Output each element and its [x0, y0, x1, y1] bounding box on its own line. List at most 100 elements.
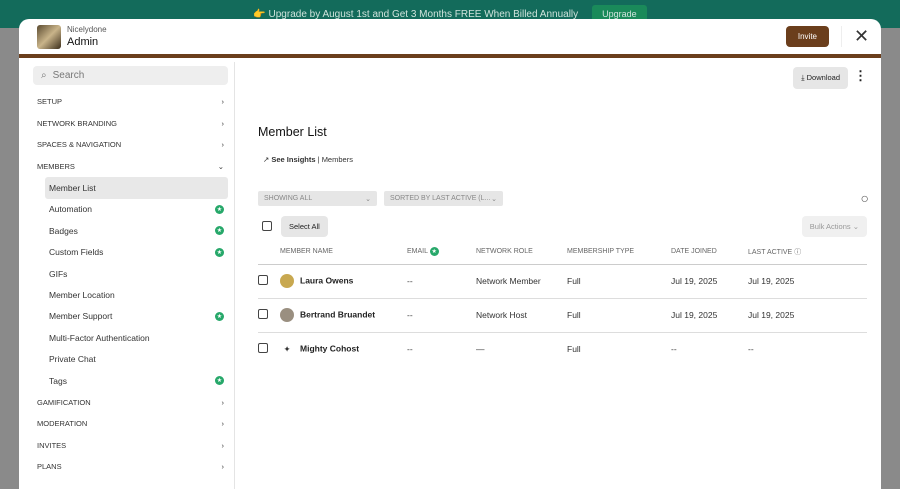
last-active: --: [748, 344, 754, 355]
download-button[interactable]: ⤓ Download: [793, 67, 848, 89]
member-name[interactable]: Mighty Cohost: [300, 344, 359, 354]
close-icon[interactable]: ✕: [841, 26, 881, 47]
table-row[interactable]: ✦ Mighty Cohost -- — Full -- --: [258, 332, 867, 366]
banner-text: 👉 Upgrade by August 1st and Get 3 Months…: [253, 8, 579, 20]
sidebar-section[interactable]: NETWORK BRANDING ›: [33, 113, 228, 135]
col-date-joined[interactable]: DATE JOINED: [671, 240, 748, 265]
admin-modal: Nicelydone Admin Invite ✕ ⌕ Search SETUP › N…: [19, 19, 881, 489]
sidebar-section[interactable]: MODERATION ›: [33, 413, 228, 435]
chevron-down-icon: ⌄: [491, 195, 497, 203]
sparkle-icon: ✦: [283, 344, 291, 355]
member-name[interactable]: Laura Owens: [300, 275, 353, 285]
date-joined: Jul 19, 2025: [671, 298, 748, 333]
sidebar-item[interactable]: GIFs: [45, 263, 228, 284]
select-all-checkbox[interactable]: [262, 221, 272, 231]
sidebar-section[interactable]: PLANS ›: [33, 456, 228, 478]
item-label: Member Support: [49, 311, 113, 322]
col-network-role[interactable]: NETWORK ROLE: [476, 240, 567, 265]
star-badge-icon: ★: [215, 376, 224, 386]
insights-sub: | Members: [317, 155, 353, 164]
col-last-active[interactable]: LAST ACTIVE ⓘ: [748, 240, 867, 265]
network-role: Network Host: [476, 298, 567, 333]
email: --: [407, 298, 476, 333]
sidebar-item[interactable]: Member List: [45, 177, 228, 199]
org-name: Nicelydone: [67, 25, 107, 34]
email: --: [407, 264, 476, 299]
col-email[interactable]: EMAIL ★: [407, 240, 476, 265]
section-label: MEMBERS: [37, 162, 75, 172]
item-label: Private Chat: [49, 354, 96, 365]
search-icon[interactable]: ○: [861, 190, 869, 206]
membership-type: Full: [567, 298, 671, 333]
date-joined: --: [671, 344, 677, 355]
chevron-right-icon: ›: [221, 397, 225, 407]
col-label: LAST ACTIVE: [748, 248, 793, 256]
item-label: Tags: [49, 375, 67, 386]
sidebar-item[interactable]: Member Support ★: [45, 306, 228, 327]
sidebar-section[interactable]: SETUP ›: [33, 91, 228, 113]
chevron-right-icon: ›: [221, 419, 225, 429]
avatar: [280, 274, 294, 288]
last-active: Jul 19, 2025: [748, 298, 867, 333]
item-label: Badges: [49, 225, 78, 236]
chevron-right-icon: ›: [221, 440, 225, 450]
download-label: Download: [806, 73, 840, 82]
table-row[interactable]: Bertrand Bruandet -- Network Host Full Jul 1…: [258, 298, 867, 333]
sidebar-section-members[interactable]: MEMBERS ⌄: [33, 156, 228, 178]
sidebar-section[interactable]: GAMIFICATION ›: [33, 391, 228, 413]
member-name[interactable]: Bertrand Bruandet: [300, 309, 375, 319]
row-checkbox[interactable]: [258, 275, 268, 285]
membership-type: Full: [567, 344, 581, 355]
info-icon[interactable]: ⓘ: [794, 249, 801, 256]
member-table: MEMBER NAME EMAIL ★ NETWORK ROLE MEMBERS…: [258, 240, 867, 366]
showing-filter[interactable]: SHOWING ALL ⌄: [258, 191, 377, 206]
star-badge-icon: ★: [215, 311, 224, 321]
membership-type: Full: [567, 264, 671, 299]
sort-filter[interactable]: SORTED BY LAST ACTIVE (L... ⌄: [384, 191, 503, 206]
chevron-right-icon: ›: [221, 462, 225, 472]
modal-header: Nicelydone Admin Invite ✕: [19, 19, 881, 58]
network-role: Network Member: [476, 264, 567, 299]
sidebar-item[interactable]: Member Location: [45, 284, 228, 305]
sidebar-item[interactable]: Private Chat: [45, 349, 228, 370]
filter-label: SHOWING ALL: [264, 195, 313, 202]
see-insights-link[interactable]: ↗ See Insights | Members: [263, 155, 353, 164]
search-input[interactable]: ⌕ Search: [33, 66, 228, 85]
search-placeholder: Search: [52, 70, 85, 81]
chevron-down-icon: ⌄: [217, 162, 224, 172]
row-checkbox[interactable]: [258, 309, 268, 319]
chevron-right-icon: ›: [221, 97, 225, 107]
section-label: MODERATION: [37, 419, 88, 429]
chevron-down-icon: ⌄: [365, 195, 371, 203]
chevron-right-icon: ›: [221, 140, 225, 150]
bulk-actions-button[interactable]: Bulk Actions ⌄: [801, 216, 867, 237]
sidebar-item[interactable]: Automation ★: [45, 199, 228, 220]
table-row[interactable]: Laura Owens -- Network Member Full Jul 19, 2…: [258, 264, 867, 299]
item-label: Multi-Factor Authentication: [49, 332, 150, 343]
sidebar-item[interactable]: Tags ★: [45, 370, 228, 391]
item-label: GIFs: [49, 268, 68, 279]
section-label: SETUP: [37, 97, 63, 107]
insights-label: See Insights: [271, 155, 316, 164]
more-options-icon[interactable]: ⋮: [854, 68, 867, 84]
email: --: [407, 344, 413, 355]
main-content: ⤓ Download ⋮ Member List ↗ See Insights …: [236, 62, 881, 489]
invite-button[interactable]: Invite: [785, 26, 829, 47]
item-label: Custom Fields: [49, 247, 104, 258]
item-label: Member List: [49, 183, 96, 194]
row-checkbox[interactable]: [258, 343, 268, 354]
sidebar-section[interactable]: INVITES ›: [33, 434, 228, 456]
select-all-button[interactable]: Select All: [281, 216, 328, 237]
col-membership-type[interactable]: MEMBERSHIP TYPE: [567, 240, 671, 265]
sidebar-item[interactable]: Multi-Factor Authentication: [45, 327, 228, 348]
last-active: Jul 19, 2025: [748, 264, 867, 299]
bulk-label: Bulk Actions: [809, 222, 851, 231]
col-member-name[interactable]: MEMBER NAME: [280, 240, 407, 265]
sidebar-item[interactable]: Badges ★: [45, 220, 228, 241]
modal-title: Admin: [67, 36, 99, 48]
star-badge-icon: ★: [215, 247, 224, 257]
sidebar-section[interactable]: SPACES & NAVIGATION ›: [33, 134, 228, 156]
sidebar: ⌕ Search SETUP › NETWORK BRANDING › SPACES & …: [19, 62, 235, 489]
sidebar-item[interactable]: Custom Fields ★: [45, 242, 228, 263]
item-label: Member Location: [49, 290, 115, 301]
